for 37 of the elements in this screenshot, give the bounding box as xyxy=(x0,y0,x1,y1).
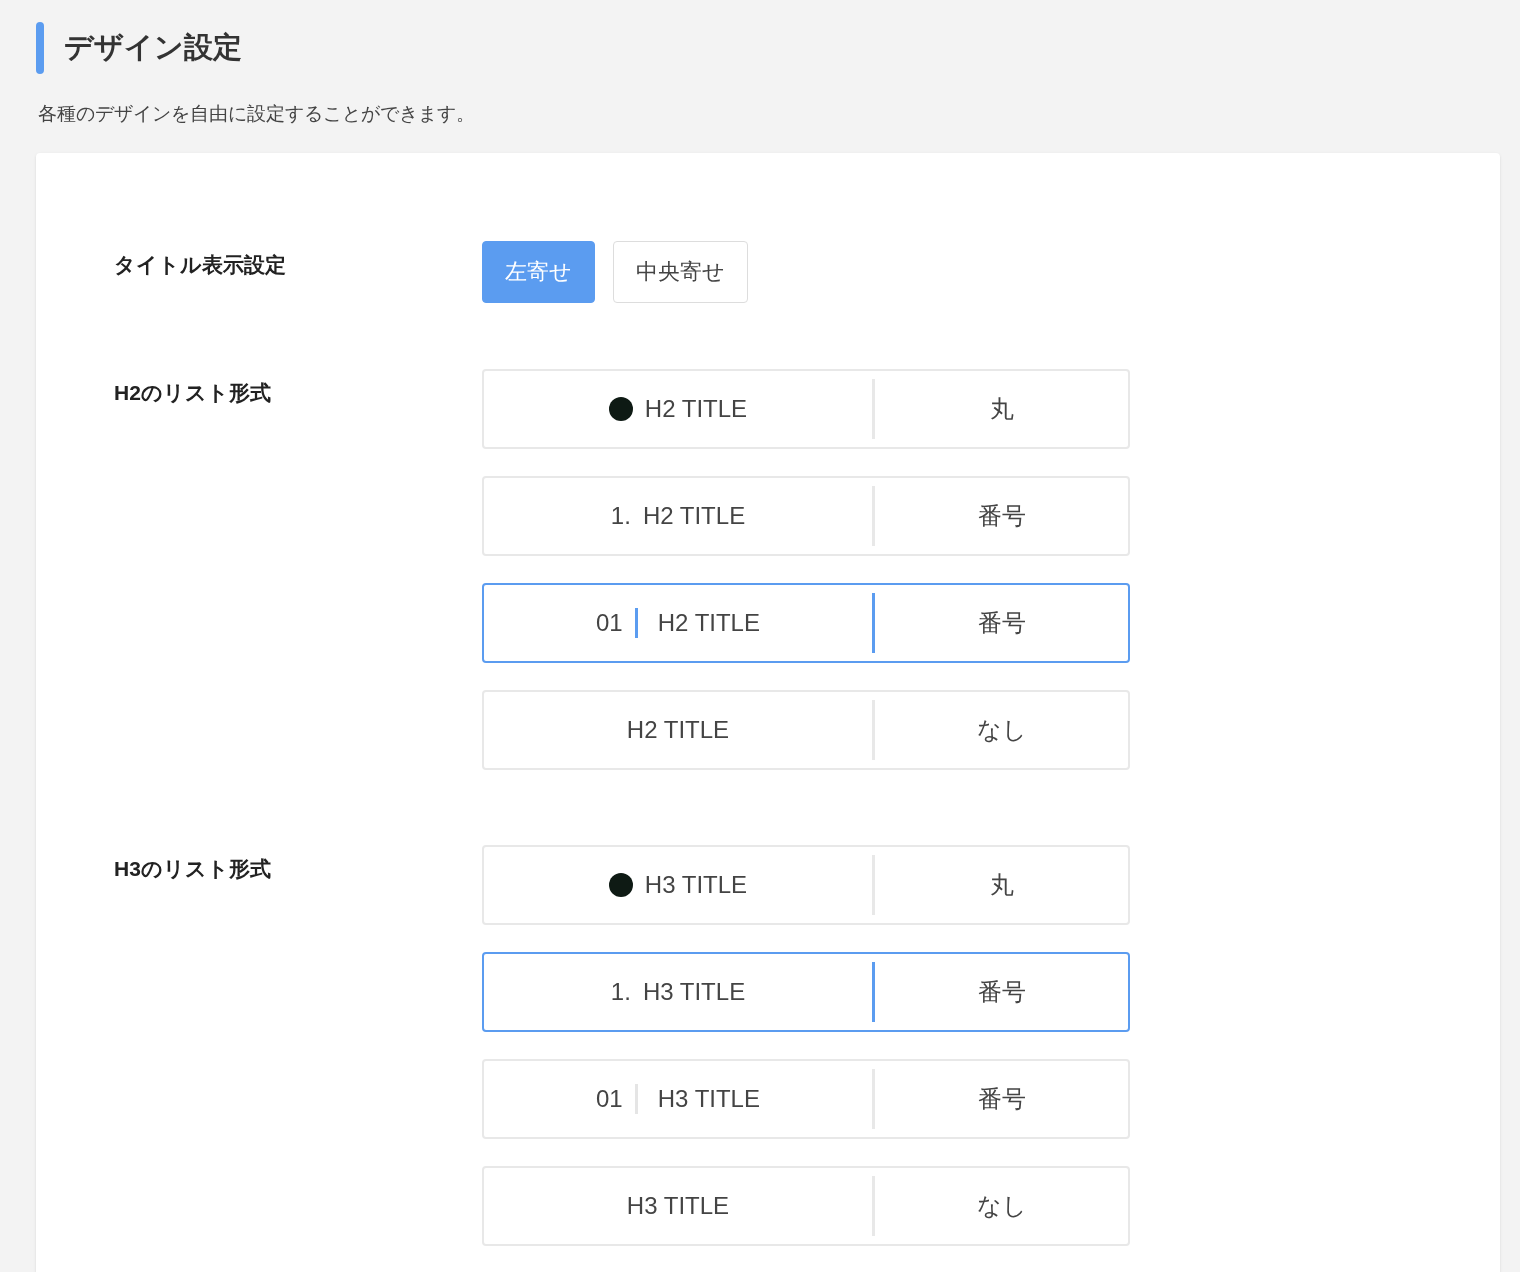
option-name: 番号 xyxy=(977,607,1026,638)
option-name: 番号 xyxy=(977,500,1026,531)
list-style-option[interactable]: H2 TITLE 丸 xyxy=(482,368,1130,449)
option-title: H2 TITLE xyxy=(657,607,760,638)
accent-bar xyxy=(36,22,44,74)
option-title: H3 TITLE xyxy=(657,1083,760,1114)
option-number: 1. xyxy=(610,500,631,531)
setting-label: タイトル表示設定 xyxy=(114,252,286,276)
list-style-option[interactable]: 1. H2 TITLE 番号 xyxy=(482,475,1130,556)
list-style-option[interactable]: H3 TITLE なし xyxy=(482,1165,1130,1246)
option-name: なし xyxy=(976,1190,1027,1221)
option-number: 01 xyxy=(596,607,623,638)
option-title: H3 TITLE xyxy=(626,1190,730,1221)
option-title: H2 TITLE xyxy=(644,393,748,424)
option-name: 番号 xyxy=(977,976,1026,1007)
setting-label: H3のリスト形式 xyxy=(114,856,271,880)
option-name: 丸 xyxy=(989,869,1014,900)
list-style-option[interactable]: 1. H3 TITLE 番号 xyxy=(482,951,1130,1032)
setting-label: H2のリスト形式 xyxy=(114,380,271,404)
option-divider xyxy=(872,961,875,1022)
option-number: 01 xyxy=(596,1083,623,1114)
alignment-button[interactable]: 中央寄せ xyxy=(613,240,748,303)
option-title: H2 TITLE xyxy=(642,500,746,531)
option-title: H3 TITLE xyxy=(644,869,748,900)
list-style-option[interactable]: 01 H2 TITLE 番号 xyxy=(482,582,1130,663)
option-title: H3 TITLE xyxy=(642,976,746,1007)
page-title: デザイン設定 xyxy=(64,30,242,66)
option-title: H2 TITLE xyxy=(626,714,730,745)
option-name: なし xyxy=(976,714,1027,745)
option-name: 番号 xyxy=(977,1083,1026,1114)
list-style-option[interactable]: H3 TITLE 丸 xyxy=(482,844,1130,925)
page-description: 各種のデザインを自由に設定することができます。 xyxy=(37,102,476,126)
option-divider xyxy=(872,592,875,653)
list-style-option[interactable]: 01 H3 TITLE 番号 xyxy=(482,1058,1130,1139)
option-name: 丸 xyxy=(989,393,1014,424)
list-style-option[interactable]: H2 TITLE なし xyxy=(482,689,1130,770)
option-number: 1. xyxy=(610,976,631,1007)
